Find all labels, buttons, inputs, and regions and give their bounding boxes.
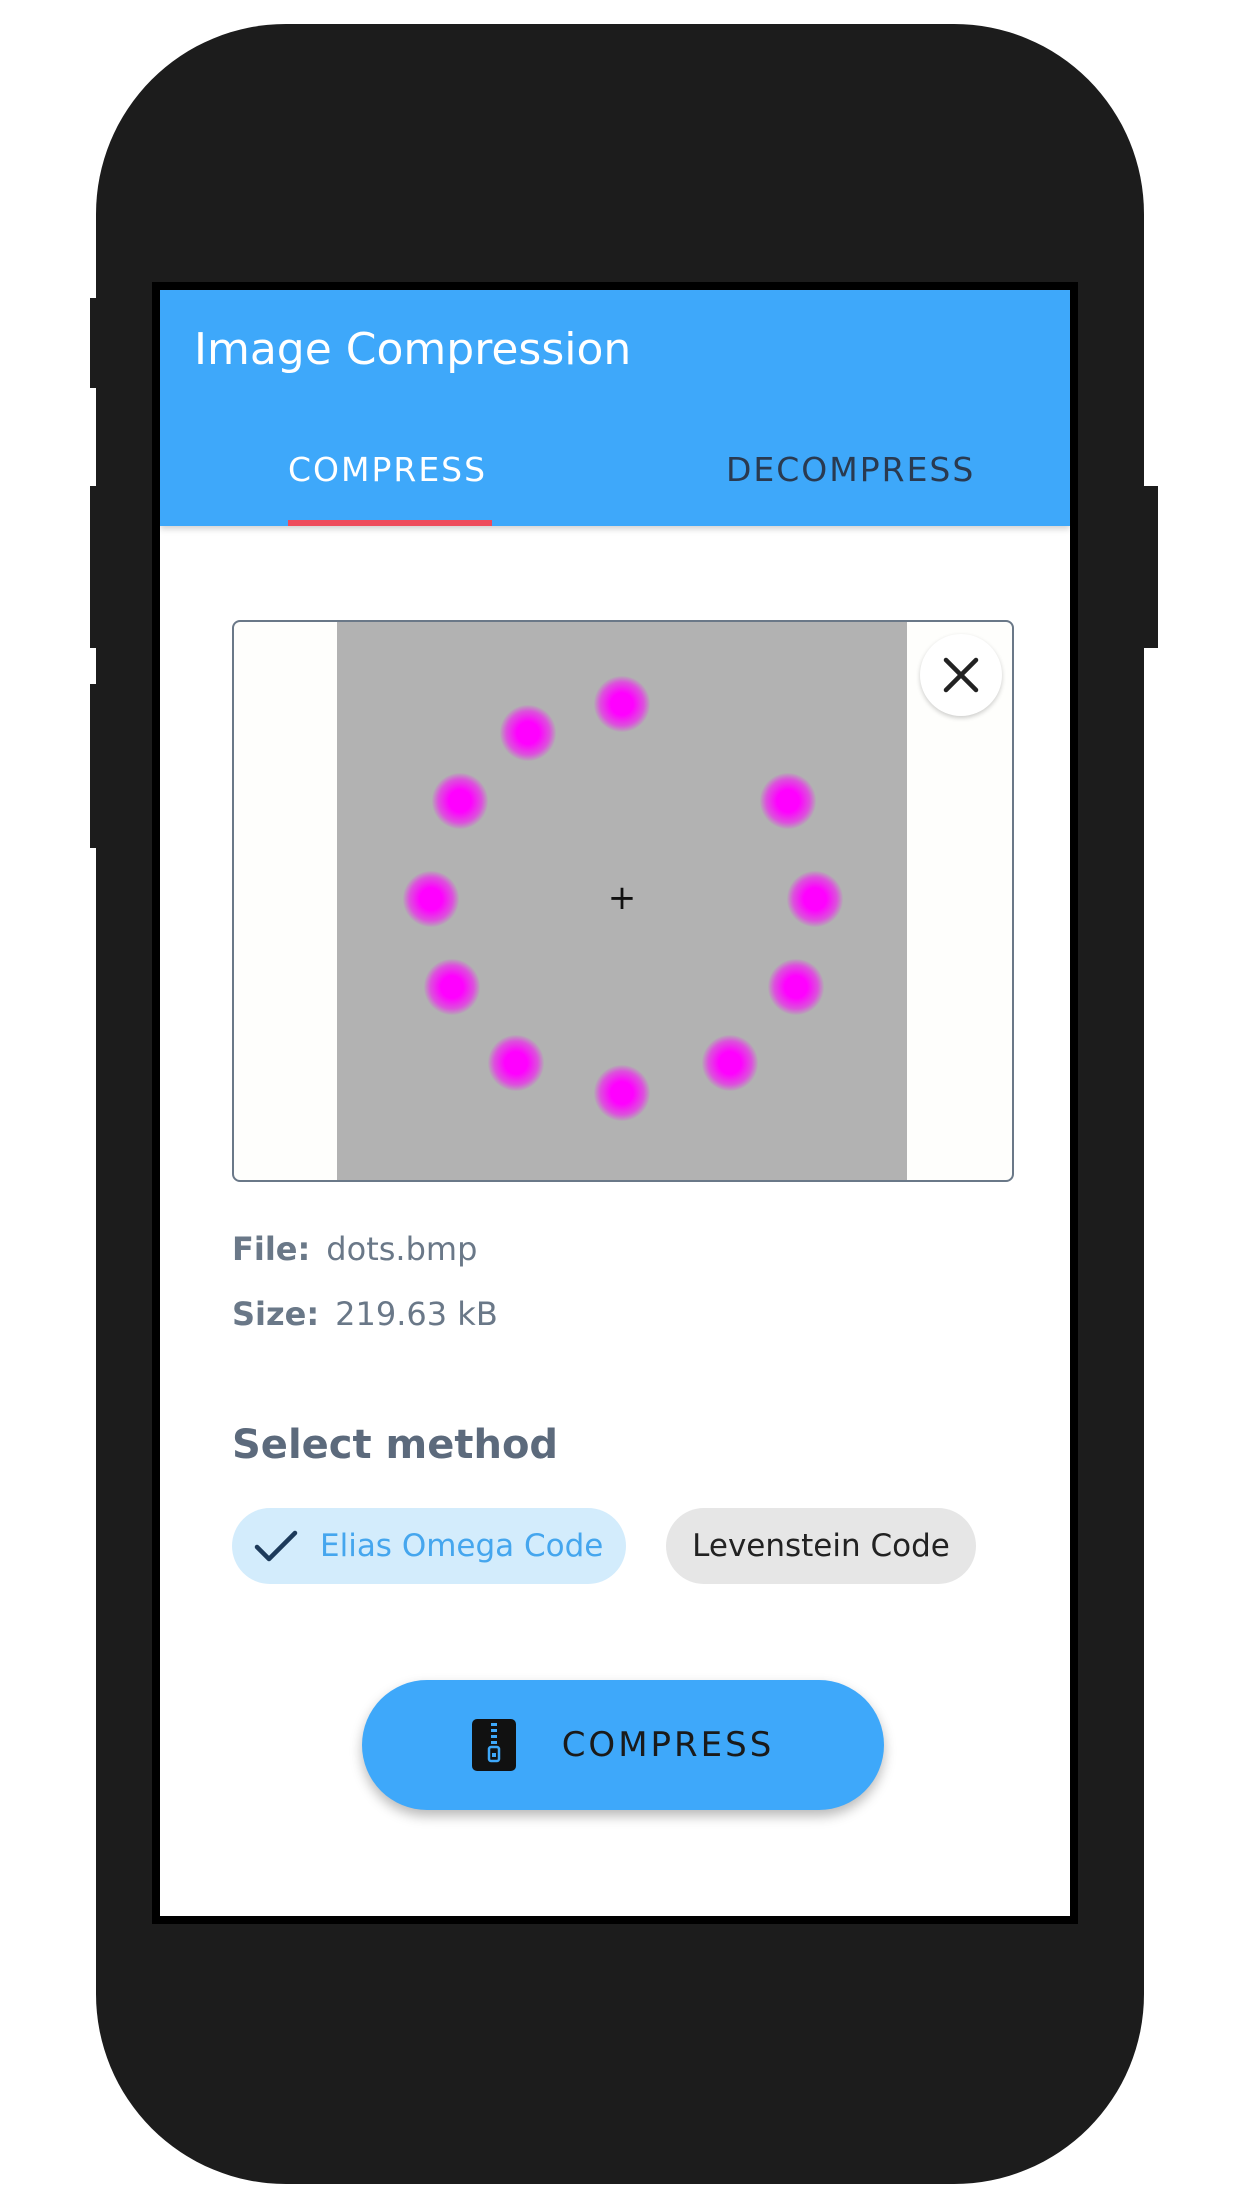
image-dot bbox=[787, 871, 843, 927]
image-dot bbox=[403, 871, 459, 927]
phone-mute-switch bbox=[90, 298, 104, 388]
app-screen: Image Compression COMPRESS DECOMPRESS + bbox=[160, 290, 1070, 1916]
method-chip-label: Levenstein Code bbox=[692, 1528, 950, 1564]
phone-volume-down-button bbox=[90, 684, 104, 848]
image-dot bbox=[500, 705, 556, 761]
remove-image-button[interactable] bbox=[920, 634, 1002, 716]
crosshair-icon: + bbox=[607, 878, 637, 918]
phone-screen: Image Compression COMPRESS DECOMPRESS + bbox=[152, 282, 1078, 1924]
file-info-row: File: dots.bmp bbox=[232, 1230, 477, 1268]
image-dot bbox=[488, 1035, 544, 1091]
compress-button[interactable]: COMPRESS bbox=[362, 1680, 884, 1810]
method-chip-label: Elias Omega Code bbox=[320, 1528, 604, 1564]
image-preview-card: + bbox=[232, 620, 1014, 1182]
method-chip-levenstein[interactable]: Levenstein Code bbox=[666, 1508, 976, 1584]
app-bar: Image Compression COMPRESS DECOMPRESS bbox=[160, 290, 1070, 526]
tab-decompress[interactable]: DECOMPRESS bbox=[726, 450, 975, 490]
image-preview: + bbox=[337, 622, 907, 1180]
size-label: Size: bbox=[232, 1295, 320, 1333]
file-name: dots.bmp bbox=[326, 1230, 478, 1268]
app-title: Image Compression bbox=[194, 324, 632, 375]
tab-indicator bbox=[288, 520, 492, 526]
image-dot bbox=[424, 959, 480, 1015]
check-icon bbox=[246, 1524, 306, 1568]
tab-compress[interactable]: COMPRESS bbox=[288, 450, 487, 490]
size-value: 219.63 kB bbox=[335, 1295, 498, 1333]
image-dot bbox=[760, 773, 816, 829]
close-icon bbox=[943, 657, 979, 693]
file-label: File: bbox=[232, 1230, 311, 1268]
image-dot bbox=[432, 773, 488, 829]
method-chip-elias-omega[interactable]: Elias Omega Code bbox=[232, 1508, 626, 1584]
phone-volume-up-button bbox=[90, 486, 104, 648]
image-dot bbox=[594, 676, 650, 732]
image-dot bbox=[768, 959, 824, 1015]
image-dot bbox=[594, 1065, 650, 1121]
select-method-title: Select method bbox=[232, 1422, 559, 1468]
compress-button-label: COMPRESS bbox=[561, 1725, 775, 1765]
image-dot bbox=[702, 1035, 758, 1091]
zip-file-icon bbox=[471, 1719, 516, 1771]
phone-power-button bbox=[1140, 486, 1158, 648]
size-info-row: Size: 219.63 kB bbox=[232, 1295, 498, 1333]
